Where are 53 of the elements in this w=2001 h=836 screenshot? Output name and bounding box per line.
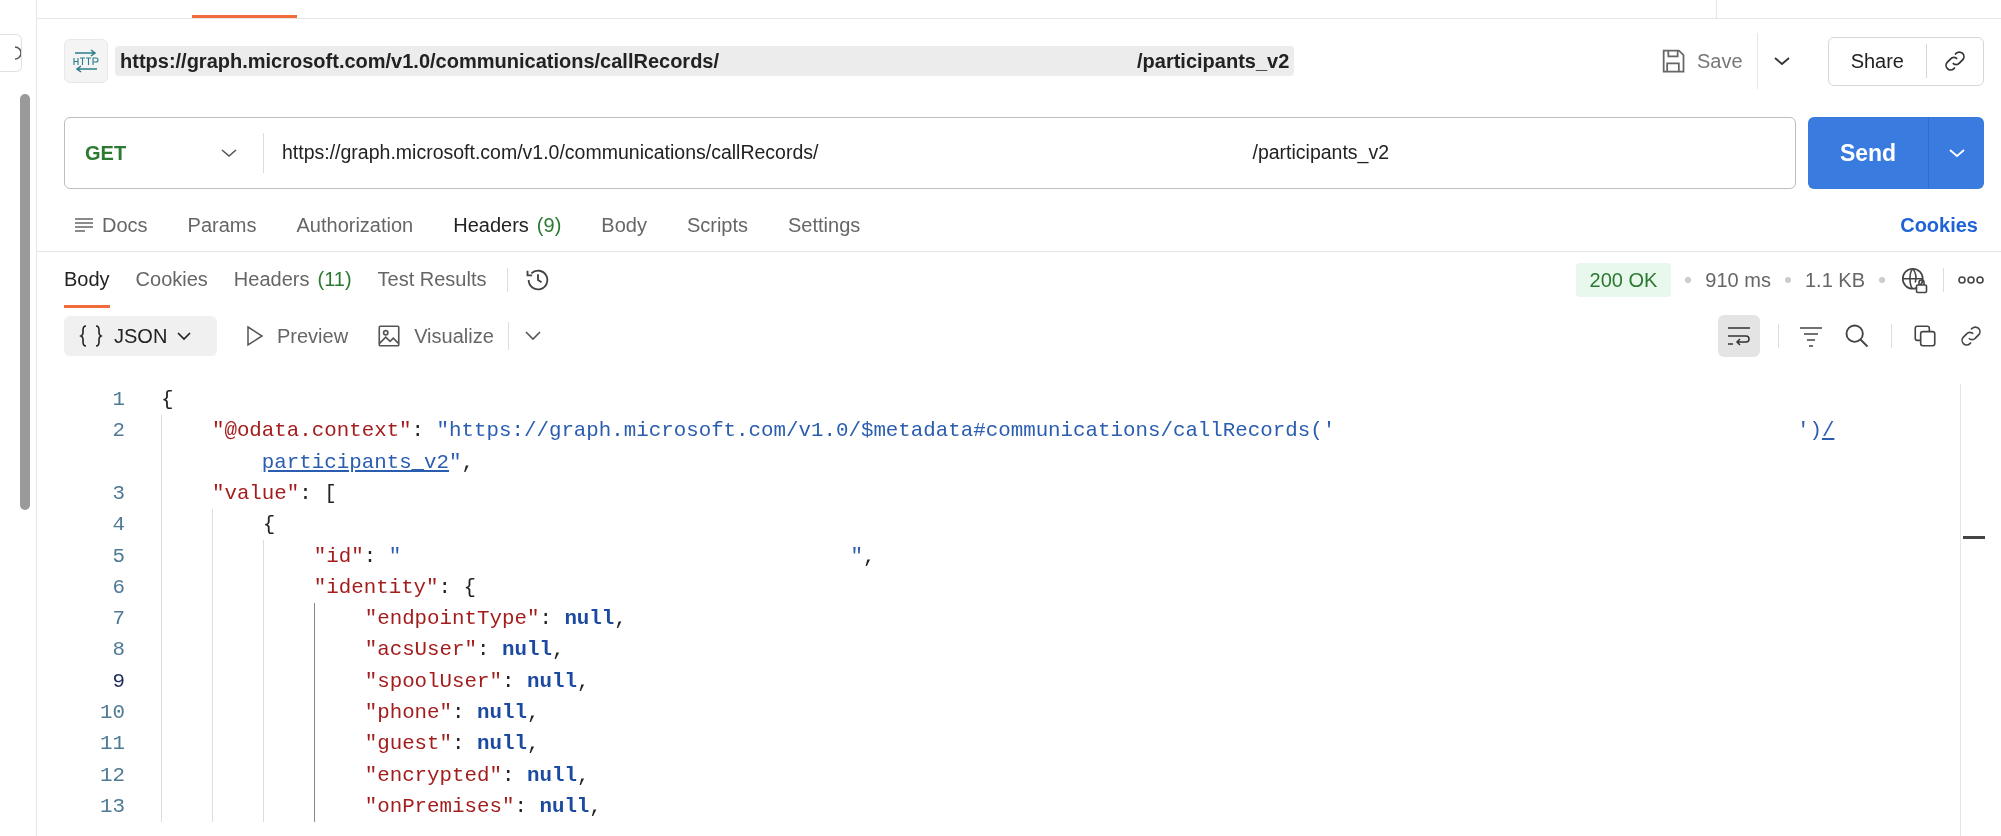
- visualize-button[interactable]: Visualize: [376, 321, 494, 351]
- link[interactable]: /: [1821, 419, 1835, 443]
- code-line: {: [161, 387, 174, 414]
- send-button[interactable]: Send: [1808, 117, 1984, 189]
- format-dropdown[interactable]: JSON: [64, 316, 217, 356]
- request-tab[interactable]: Body: [583, 205, 665, 245]
- line-number: 13: [99, 793, 125, 820]
- request-tab[interactable]: Docs: [74, 205, 166, 245]
- code-line: "spoolUser": null,: [364, 668, 590, 695]
- code-line: "identity": {: [313, 574, 477, 601]
- status-badge: 200 OK: [1575, 263, 1672, 297]
- request-title[interactable]: https://graph.microsoft.com/v1.0/communications/callRecords/ /participants_v2: [115, 46, 1295, 76]
- line-number: 8: [111, 637, 125, 664]
- line-number: 1: [111, 387, 125, 414]
- line-number: 2: [111, 418, 125, 445]
- code-line: participants_v2",: [261, 449, 474, 476]
- line-number: 10: [99, 700, 125, 726]
- link[interactable]: participants_v2: [261, 450, 450, 474]
- response-tab[interactable]: Test Results: [377, 252, 487, 308]
- code-line: "id": " ",: [313, 543, 876, 570]
- save-button[interactable]: Save: [1659, 46, 1743, 76]
- code-line: "encrypted": null,: [364, 762, 590, 789]
- line-number: 12: [99, 762, 125, 789]
- code-line: "onPremises": null,: [364, 793, 602, 820]
- response-tab[interactable]: Headers (11): [233, 252, 352, 308]
- line-number: 6: [111, 574, 125, 601]
- cookies-link[interactable]: Cookies: [1900, 210, 1978, 240]
- code-line: "phone": null,: [364, 700, 540, 726]
- request-tab[interactable]: Authorization: [278, 205, 432, 245]
- method-dropdown[interactable]: GET: [65, 118, 263, 188]
- line-number: 9: [111, 668, 125, 695]
- response-size: 1.1 KB: [1804, 268, 1865, 293]
- code-line: "acsUser": null,: [364, 637, 565, 664]
- code-line: "endpointType": null,: [364, 606, 627, 633]
- line-number: 4: [111, 512, 125, 539]
- request-tab[interactable]: Params: [169, 205, 275, 245]
- line-number: 5: [111, 543, 125, 570]
- request-tab[interactable]: Headers (9): [435, 205, 580, 245]
- request-tab[interactable]: Scripts: [668, 205, 766, 245]
- url-field[interactable]: https://graph.microsoft.com/v1.0/communications/callRecords/ /participants_v2: [282, 138, 1390, 168]
- code-line: "@odata.context": "https://graph.microsoft.com/v1.0/$metadata#communications/callRecords(' ')/: [211, 418, 1835, 445]
- code-line: {: [262, 512, 276, 539]
- line-number: 7: [111, 606, 125, 633]
- preview-button[interactable]: Preview: [245, 321, 349, 351]
- line-number: 11: [99, 731, 125, 758]
- request-tab[interactable]: Settings: [770, 205, 879, 245]
- response-tab[interactable]: Cookies: [135, 252, 208, 308]
- share-button[interactable]: Share: [1827, 36, 1984, 86]
- code-line: "value": [: [211, 480, 337, 507]
- code-line: "guest": null,: [364, 731, 540, 758]
- response-tab[interactable]: Body: [64, 252, 110, 308]
- line-number: 3: [111, 480, 125, 507]
- response-time: 910 ms: [1705, 268, 1771, 293]
